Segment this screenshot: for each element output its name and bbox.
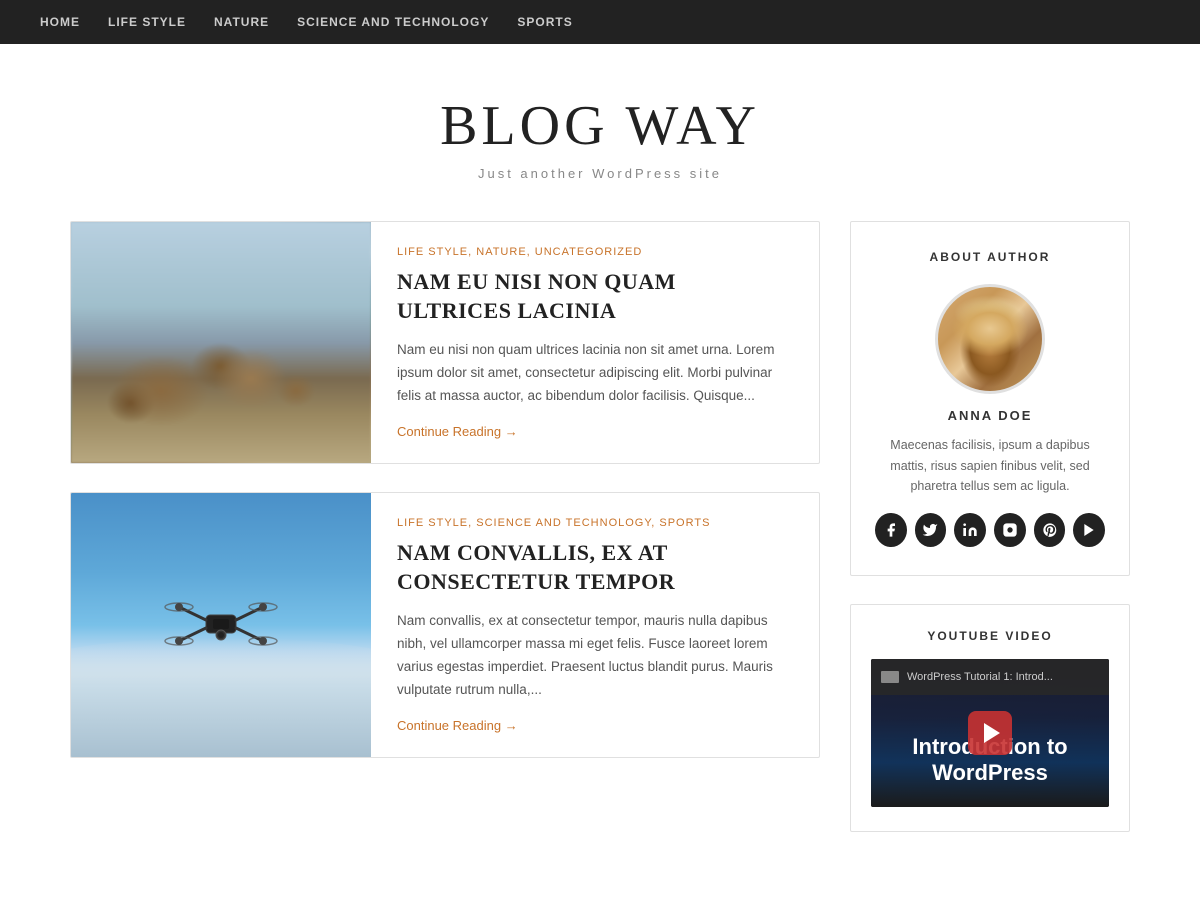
author-bio: Maecenas facilisis, ipsum a dapibus matt… — [875, 435, 1105, 497]
article-card-2: LIFE STYLE, SCIENCE AND TECHNOLOGY, SPOR… — [70, 492, 820, 758]
youtube-widget-title: YOUTUBE VIDEO — [871, 629, 1109, 643]
article-title-1: NAM EU NISI NON QUAM ULTRICES LACINIA — [397, 268, 793, 325]
article-excerpt-2: Nam convallis, ex at consectetur tempor,… — [397, 610, 793, 702]
social-icons — [875, 513, 1105, 547]
article-thumbnail-1 — [71, 222, 371, 463]
youtube-widget: YOUTUBE VIDEO WordPress Tutorial 1: Intr… — [850, 604, 1130, 832]
nav-lifestyle[interactable]: LIFE STYLE — [108, 15, 186, 29]
about-author-widget: ABOUT AUTHOR ANNA DOE Maecenas facilisis… — [850, 221, 1130, 576]
article-title-2: NAM CONVALLIS, EX AT CONSECTETUR TEMPOR — [397, 539, 793, 596]
article-body-2: LIFE STYLE, SCIENCE AND TECHNOLOGY, SPOR… — [371, 493, 819, 757]
instagram-icon[interactable] — [994, 513, 1026, 547]
nav-nature[interactable]: NATURE — [214, 15, 269, 29]
site-header: BLOG WAY Just another WordPress site — [0, 44, 1200, 221]
youtube-play-icon[interactable] — [1073, 513, 1105, 547]
sidebar: ABOUT AUTHOR ANNA DOE Maecenas facilisis… — [850, 221, 1130, 860]
nav-science-tech[interactable]: SCIENCE AND TECHNOLOGY — [297, 15, 489, 29]
facebook-icon[interactable] — [875, 513, 907, 547]
site-title: BLOG WAY — [20, 94, 1180, 158]
article-body-1: LIFE STYLE, NATURE, UNCATEGORIZED NAM EU… — [371, 222, 819, 463]
main-layout: LIFE STYLE, NATURE, UNCATEGORIZED NAM EU… — [50, 221, 1150, 900]
article-card-1: LIFE STYLE, NATURE, UNCATEGORIZED NAM EU… — [70, 221, 820, 464]
article-categories-1: LIFE STYLE, NATURE, UNCATEGORIZED — [397, 246, 793, 258]
nav-home[interactable]: HOME — [40, 15, 80, 29]
linkedin-icon[interactable] — [954, 513, 986, 547]
site-tagline: Just another WordPress site — [20, 166, 1180, 181]
article-categories-2: LIFE STYLE, SCIENCE AND TECHNOLOGY, SPOR… — [397, 517, 793, 529]
content-column: LIFE STYLE, NATURE, UNCATEGORIZED NAM EU… — [70, 221, 820, 860]
yt-bar-text: WordPress Tutorial 1: Introd... — [907, 671, 1053, 683]
article-excerpt-1: Nam eu nisi non quam ultrices lacinia no… — [397, 339, 793, 408]
author-avatar — [935, 284, 1045, 394]
continue-reading-2[interactable]: Continue Reading → — [397, 718, 793, 733]
pinterest-icon[interactable] — [1034, 513, 1066, 547]
yt-bar-icon — [881, 671, 899, 683]
author-name: ANNA DOE — [875, 408, 1105, 423]
yt-top-bar: WordPress Tutorial 1: Introd... — [871, 659, 1109, 695]
youtube-thumbnail[interactable]: WordPress Tutorial 1: Introd... Introduc… — [871, 659, 1109, 807]
article-thumbnail-2 — [71, 493, 371, 757]
drone-svg — [161, 585, 281, 665]
about-author-title: ABOUT AUTHOR — [875, 250, 1105, 264]
yt-play-button[interactable] — [968, 711, 1012, 755]
twitter-icon[interactable] — [915, 513, 947, 547]
continue-reading-1[interactable]: Continue Reading → — [397, 424, 793, 439]
drone-image — [71, 493, 371, 757]
nav-sports[interactable]: SPORTS — [517, 15, 572, 29]
main-nav: HOME LIFE STYLE NATURE SCIENCE AND TECHN… — [0, 0, 1200, 44]
deer-image — [71, 222, 371, 463]
